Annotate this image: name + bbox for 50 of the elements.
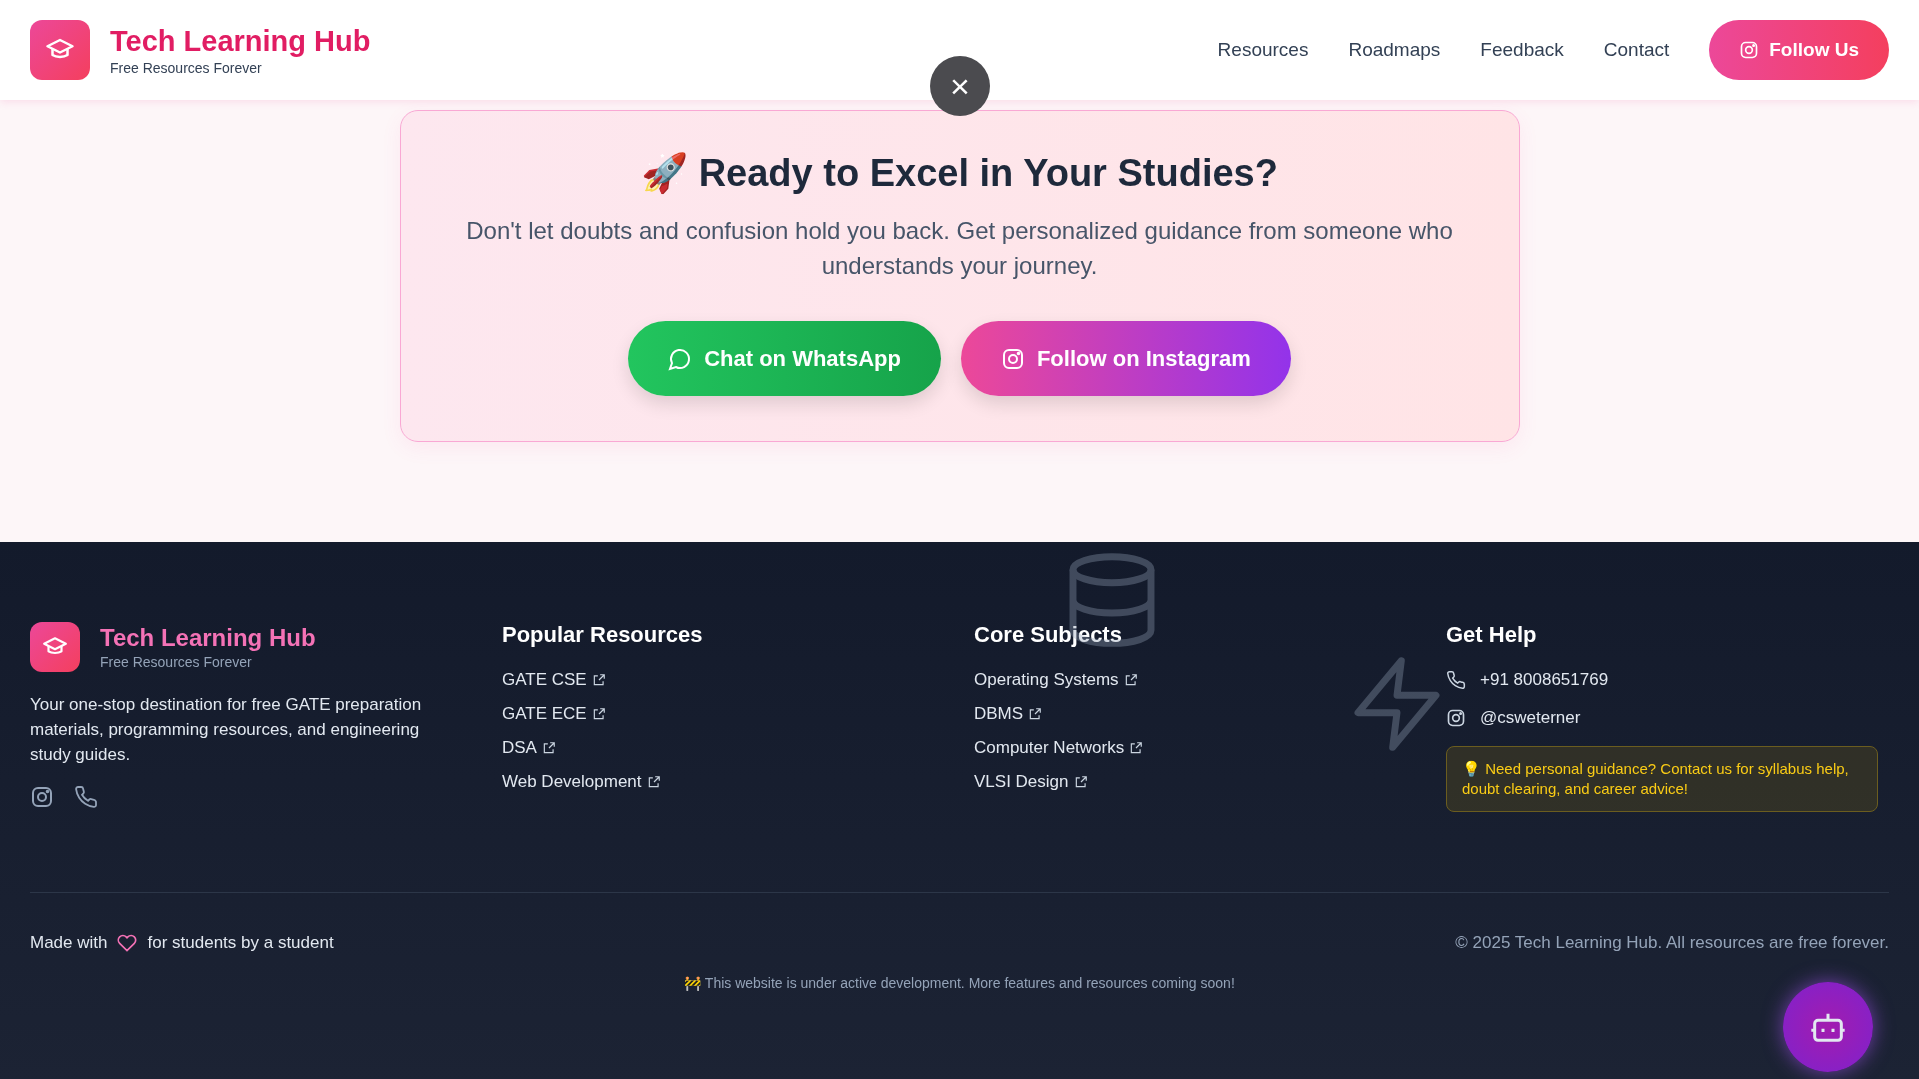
phone-link[interactable] (74, 785, 98, 809)
footer-description: Your one-stop destination for free GATE preparation materials, programming resources, and engineering study guides. (30, 694, 423, 766)
site-title: Tech Learning Hub (110, 24, 371, 58)
footer-link[interactable]: DBMS (974, 704, 1043, 724)
external-link-icon (646, 775, 661, 789)
site-tagline: Free Resources Forever (110, 59, 263, 76)
external-link-icon (1028, 707, 1043, 721)
footer-site-title: Tech Learning Hub (100, 624, 316, 652)
footer-link[interactable]: GATE CSE (502, 670, 606, 690)
made-with-text: for students by a student (147, 933, 334, 953)
instagram-link[interactable] (30, 785, 54, 809)
chat-bubble-icon (668, 346, 693, 371)
development-notice: 🚧 This website is under active development. More features and resources coming soon! (683, 975, 1236, 991)
footer-link[interactable]: DSA (502, 738, 556, 758)
made-with-text: Made with (30, 933, 108, 953)
cta-heading: 🚀 Ready to Excel in Your Studies? (641, 151, 1278, 195)
guidance-tip: 💡 Need personal guidance? Contact us for syllabus help, doubt clearing, and career advice! (1446, 746, 1878, 812)
footer-link[interactable]: Web Development (502, 772, 661, 792)
cta-description: Don't let doubts and confusion hold you back. Get personalized guidance from someone who understands your journey. (465, 216, 1454, 281)
instagram-icon (30, 785, 54, 809)
external-link-icon (591, 673, 606, 687)
footer-link[interactable]: Operating Systems (974, 670, 1138, 690)
external-link-icon (1073, 775, 1088, 789)
footer-column-heading: Popular Resources (502, 622, 704, 648)
instagram-icon (1446, 708, 1466, 728)
footer-link[interactable]: Computer Networks (974, 738, 1144, 758)
heart-icon (117, 933, 138, 953)
footer-tagline: Free Resources Forever (100, 654, 253, 670)
footer-column-heading: Get Help (1446, 622, 1538, 648)
nav-link[interactable]: Feedback (1480, 39, 1564, 61)
instagram-icon (1739, 40, 1760, 60)
footer-link[interactable]: VLSI Design (974, 772, 1088, 792)
external-link-icon (591, 707, 606, 721)
footer-column-heading: Core Subjects (974, 622, 1123, 648)
phone-icon (1446, 670, 1466, 690)
chatbot-button[interactable] (1783, 982, 1873, 1072)
external-link-icon (1129, 741, 1144, 755)
nav-link[interactable]: Resources (1217, 39, 1309, 61)
phone-number[interactable]: +91 8008651769 (1480, 670, 1609, 690)
instagram-handle[interactable]: @csweterner (1480, 708, 1581, 728)
footer-link[interactable]: GATE ECE (502, 704, 606, 724)
external-link-icon (1123, 673, 1138, 687)
instagram-button[interactable]: Follow on Instagram (960, 321, 1291, 396)
follow-us-button[interactable]: Follow Us (1709, 20, 1889, 80)
external-link-icon (541, 741, 556, 755)
instagram-icon (1000, 346, 1025, 371)
copyright-text: © 2025 Tech Learning Hub. All resources are free forever. (1455, 933, 1889, 953)
nav-link[interactable]: Contact (1603, 39, 1670, 61)
nav-link[interactable]: Roadmaps (1348, 39, 1441, 61)
phone-icon (74, 785, 98, 809)
